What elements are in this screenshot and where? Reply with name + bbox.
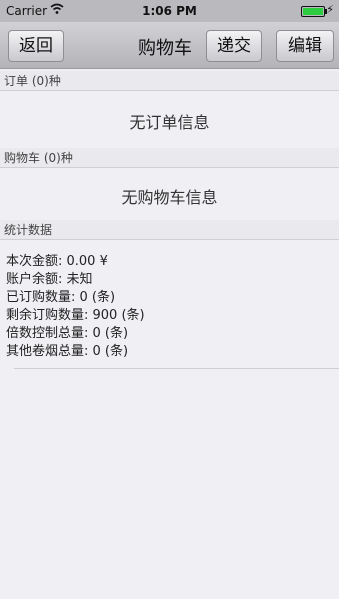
orders-header: 订单 (0)种 bbox=[0, 71, 339, 91]
stat-current-amount: 本次金额: 0.00 ¥ bbox=[6, 254, 108, 269]
back-button[interactable]: 返回 bbox=[8, 30, 64, 62]
cart-header: 购物车 (0)种 bbox=[0, 148, 339, 168]
stat-multiple-control-total: 倍数控制总量: 0 (条) bbox=[6, 326, 129, 341]
navigation-bar: 返回 购物车 递交 编辑 bbox=[0, 22, 339, 69]
stats-divider bbox=[14, 368, 339, 369]
clock: 1:06 PM bbox=[142, 4, 197, 18]
stat-ordered-quantity: 已订购数量: 0 (条) bbox=[6, 290, 116, 305]
orders-empty-message: 无订单信息 bbox=[129, 113, 210, 132]
battery-icon bbox=[301, 6, 327, 17]
cart-empty-message: 无购物车信息 bbox=[121, 188, 218, 207]
stats-header: 统计数据 bbox=[0, 220, 339, 240]
stat-account-balance: 账户余额: 未知 bbox=[6, 272, 93, 287]
status-bar: Carrier 1:06 PM ⚡ bbox=[0, 0, 339, 22]
edit-button[interactable]: 编辑 bbox=[276, 30, 334, 62]
stat-other-cigarettes-total: 其他卷烟总量: 0 (条) bbox=[6, 344, 129, 359]
submit-button[interactable]: 递交 bbox=[206, 30, 262, 62]
stat-remaining-quantity: 剩余订购数量: 900 (条) bbox=[6, 308, 145, 323]
charging-icon: ⚡ bbox=[326, 3, 334, 16]
page-title: 购物车 bbox=[138, 38, 192, 59]
